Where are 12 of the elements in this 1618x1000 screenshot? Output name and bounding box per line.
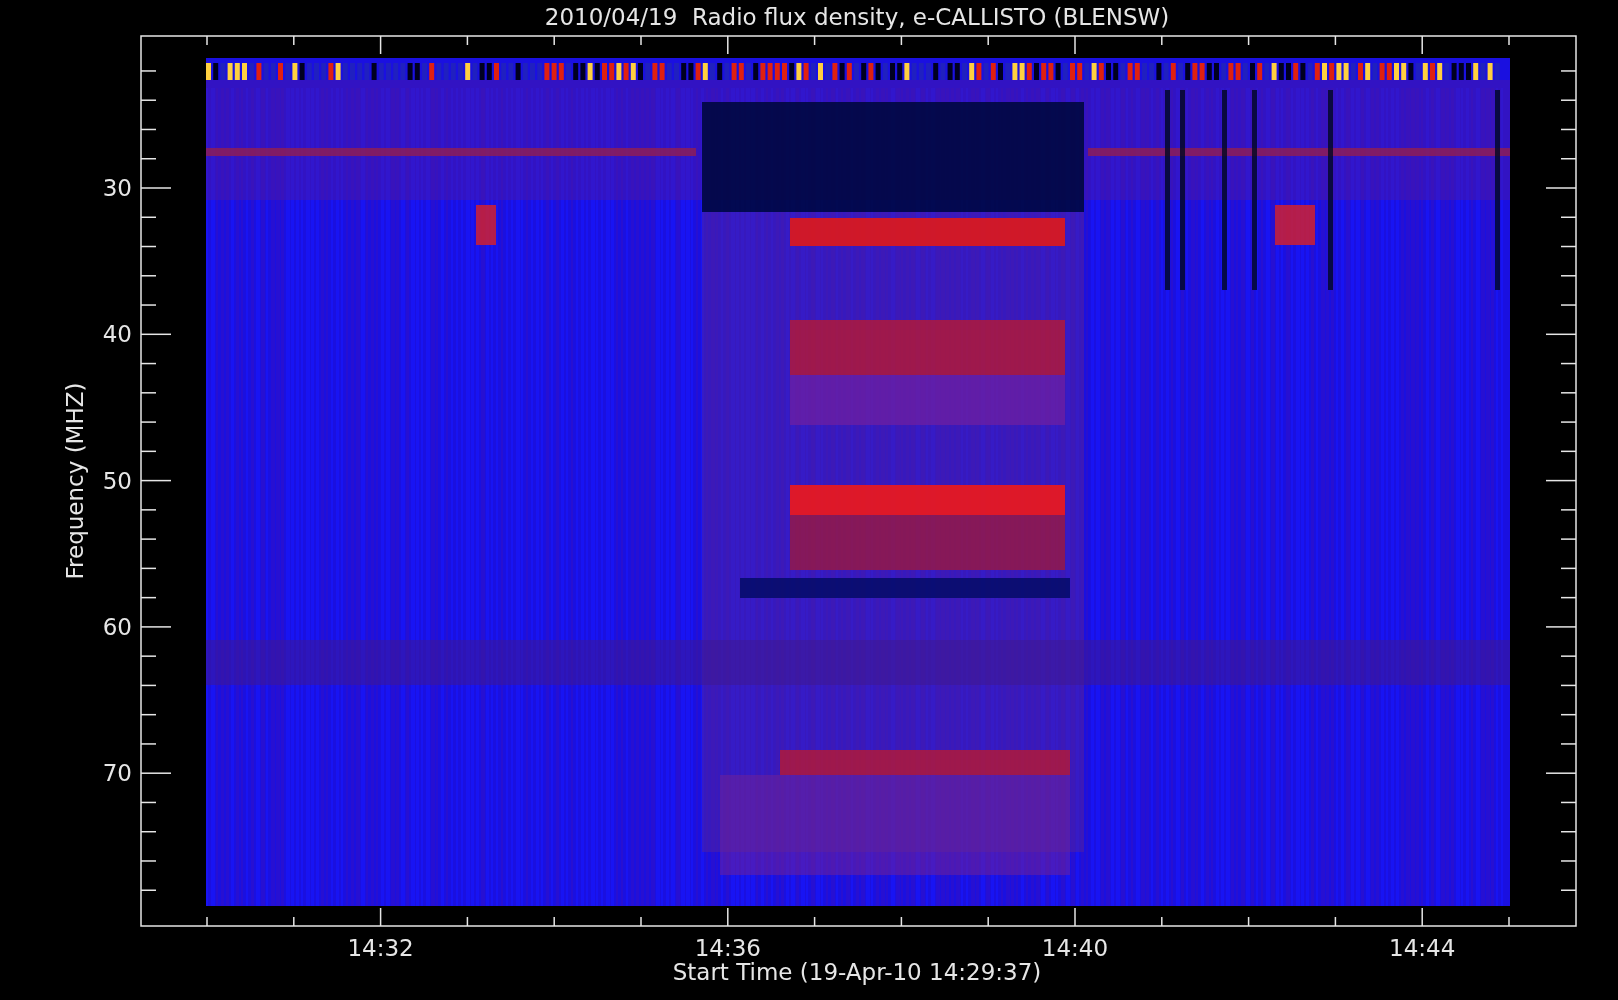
x-axis-label: Start Time (19-Apr-10 14:29:37) — [672, 959, 1042, 985]
y-tick-label: 40 — [102, 321, 132, 348]
y-tick-label: 30 — [102, 175, 132, 201]
x-tick-label: 14:40 — [1041, 935, 1109, 961]
x-tick-label: 14:32 — [347, 935, 414, 961]
y-tick-label: 70 — [102, 760, 132, 787]
x-tick-label: 14:36 — [694, 935, 761, 961]
y-axis-label: Frequency (MHZ) — [62, 382, 88, 580]
y-tick-label: 60 — [102, 613, 132, 640]
chart-title: 2010/04/19 Radio flux density, e-CALLISTO (BLENSW) — [544, 4, 1170, 30]
x-tick-label: 14:44 — [1389, 935, 1456, 961]
y-tick-label: 50 — [102, 467, 132, 494]
